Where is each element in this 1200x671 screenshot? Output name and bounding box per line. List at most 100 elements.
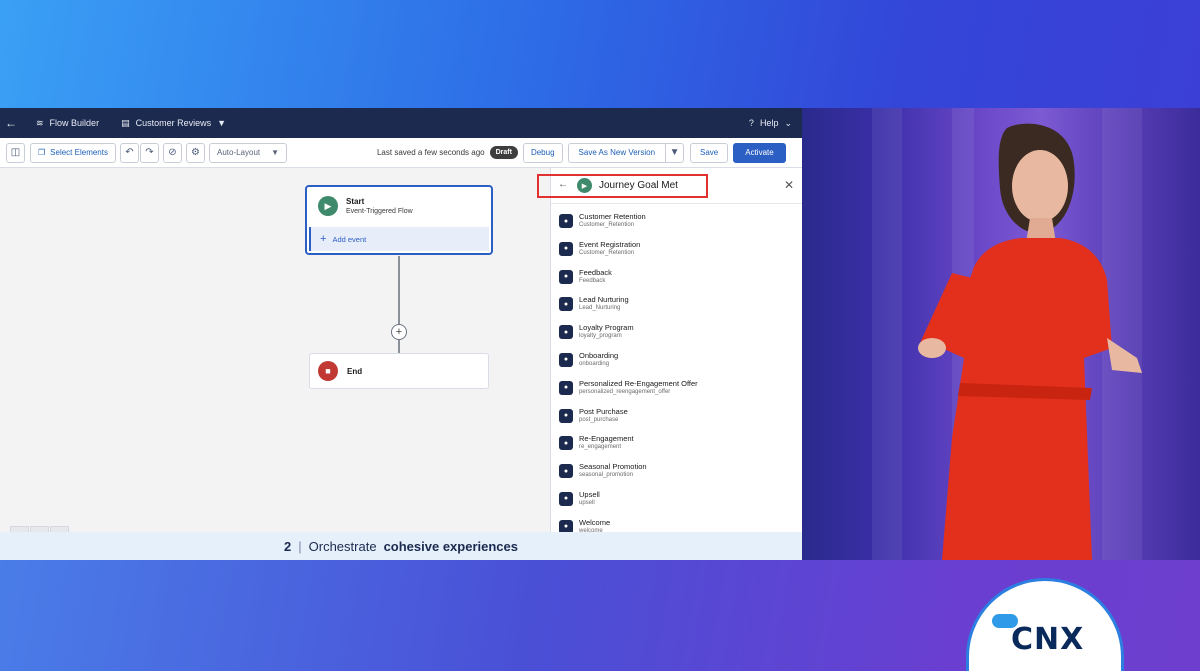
location-pin-icon: ● xyxy=(559,325,573,340)
end-title: End xyxy=(347,366,363,376)
event-list-item[interactable]: ● Seasonal Promotion seasonal_promotion xyxy=(551,458,802,486)
select-elements-label: Select Elements xyxy=(50,148,108,157)
layout-select[interactable]: Auto-Layout ▼ xyxy=(208,142,287,163)
caret-down-icon: ▼ xyxy=(669,147,680,158)
stage-backdrop-top xyxy=(0,0,1200,108)
event-api-name: Lead_Nurturing xyxy=(579,305,621,312)
location-pin-icon: ● xyxy=(559,214,573,228)
close-icon[interactable]: ✕ xyxy=(784,178,794,192)
location-pin-icon: ● xyxy=(559,491,573,506)
event-label: Re-Engagement xyxy=(579,434,634,444)
connector-line xyxy=(398,340,400,353)
event-list-item[interactable]: ● Event Registration Customer_Retention xyxy=(551,236,802,264)
select-elements-button[interactable]: ❐ Select Elements xyxy=(30,142,116,163)
event-label: Post Purchase xyxy=(579,406,628,416)
event-list-item[interactable]: ● Onboarding onboarding xyxy=(551,347,802,375)
panel-title: Journey Goal Met xyxy=(599,180,678,191)
event-label: Customer Retention xyxy=(579,212,646,221)
location-pin-icon: ● xyxy=(559,241,573,256)
event-label: Feedback xyxy=(579,267,612,277)
help-menu[interactable]: ? Help ⌄ xyxy=(749,118,792,129)
document-menu[interactable]: ▤ Customer Reviews ▼ xyxy=(121,118,226,129)
presentation-screen: ← ≋ Flow Builder ▤ Customer Reviews ▼ ? … xyxy=(0,108,802,560)
save-options-button[interactable]: ▼ xyxy=(665,142,685,163)
play-icon: ▶ xyxy=(577,178,592,193)
event-label: Lead Nurturing xyxy=(579,295,629,305)
save-status: Last saved a few seconds ago xyxy=(376,148,485,157)
event-api-name: seasonal_promotion xyxy=(579,472,634,479)
toggle-panel-button[interactable]: ◫ xyxy=(6,142,25,163)
event-api-name: Feedback xyxy=(579,277,606,284)
panel-icon: ◫ xyxy=(10,147,21,158)
help-label: Help xyxy=(759,118,779,128)
event-label: Welcome xyxy=(579,517,611,527)
caption-lead: Orchestrate xyxy=(308,538,377,554)
question-icon: ? xyxy=(748,118,754,128)
event-list-item[interactable]: ● Post Purchase post_purchase xyxy=(551,403,802,431)
event-list-item[interactable]: ● Loyalty Program loyalty_program xyxy=(551,319,802,347)
undo-icon: ↶ xyxy=(125,147,134,158)
debug-button[interactable]: Debug xyxy=(522,142,563,163)
add-event-label: Add event xyxy=(332,234,367,244)
event-api-name: re_engagement xyxy=(579,444,622,451)
caption-number: 2 xyxy=(284,538,292,554)
gear-icon: ⚙ xyxy=(191,147,200,158)
document-name: Customer Reviews xyxy=(135,118,212,128)
document-icon: ▤ xyxy=(121,117,130,128)
event-label: Onboarding xyxy=(579,350,619,360)
settings-button[interactable]: ⚙ xyxy=(185,142,205,163)
connector-line xyxy=(398,256,400,324)
event-list-item[interactable]: ● Re-Engagement re_engagement xyxy=(551,430,802,458)
start-element[interactable]: ▶ Start Event-Triggered Flow + Add event xyxy=(305,185,493,255)
select-icon: ❐ xyxy=(38,148,46,157)
event-label: Upsell xyxy=(579,489,600,499)
toolbar: ◫ ❐ Select Elements ↶ ↷ ⊘ ⚙ Auto-Layout … xyxy=(0,138,802,168)
disable-button[interactable]: ⊘ xyxy=(162,142,182,163)
event-label: Personalized Re-Engagement Offer xyxy=(579,378,698,388)
event-list-item[interactable]: ● Upsell upsell xyxy=(551,486,802,514)
flow-canvas[interactable]: ▶ Start Event-Triggered Flow + Add event… xyxy=(0,168,550,540)
add-event-button[interactable]: + Add event xyxy=(309,227,489,251)
event-api-name: onboarding xyxy=(579,360,610,367)
location-pin-icon: ● xyxy=(559,297,573,312)
location-pin-icon: ● xyxy=(559,380,573,395)
app-brand: ≋ Flow Builder xyxy=(36,118,99,129)
save-button[interactable]: Save xyxy=(690,142,729,163)
event-list-item[interactable]: ● Personalized Re-Engagement Offer persona… xyxy=(551,375,802,403)
app-header: ← ≋ Flow Builder ▤ Customer Reviews ▼ ? … xyxy=(0,108,802,138)
layout-value: Auto-Layout xyxy=(216,148,261,157)
flow-icon: ≋ xyxy=(36,117,44,128)
event-api-name: Customer_Retention xyxy=(579,249,635,256)
event-logo: CNX xyxy=(1011,622,1085,657)
panel-header: ← ▶ Journey Goal Met ✕ xyxy=(537,168,802,204)
caption-separator: | xyxy=(298,538,302,554)
chevron-down-icon: ⌄ xyxy=(784,117,792,128)
event-list-item[interactable]: ● Feedback Feedback xyxy=(551,264,802,292)
caret-down-icon: ▼ xyxy=(217,118,227,128)
stop-icon: ■ xyxy=(318,361,338,381)
event-api-name: post_purchase xyxy=(579,416,619,423)
event-picker-panel: ← ▶ Journey Goal Met ✕ ● Customer Retenti… xyxy=(537,168,802,540)
save-as-new-version-button[interactable]: Save As New Version xyxy=(567,142,666,163)
event-list-item[interactable]: ● Lead Nurturing Lead_Nurturing xyxy=(551,291,802,319)
caption-emphasis: cohesive experiences xyxy=(383,538,518,554)
redo-button[interactable]: ↷ xyxy=(139,142,159,163)
event-label: Seasonal Promotion xyxy=(579,462,647,472)
end-element[interactable]: ■ End xyxy=(309,353,489,389)
play-icon: ▶ xyxy=(318,196,338,216)
start-title: Start xyxy=(346,197,365,206)
event-api-name: upsell xyxy=(579,499,595,506)
app-name: Flow Builder xyxy=(49,118,100,128)
caret-down-icon: ▼ xyxy=(271,148,279,157)
slide-caption: 2 | Orchestrate cohesive experiences xyxy=(0,532,802,560)
location-pin-icon: ● xyxy=(559,269,573,284)
event-list-item[interactable]: ● Customer Retention Customer_Retention xyxy=(551,208,802,236)
add-element-button[interactable]: + xyxy=(391,324,407,340)
back-arrow-icon[interactable]: ← xyxy=(558,179,568,190)
event-label: Loyalty Program xyxy=(579,323,634,333)
undo-button[interactable]: ↶ xyxy=(119,142,139,163)
draft-badge: Draft xyxy=(489,146,518,159)
event-api-name: loyalty_program xyxy=(579,333,622,340)
back-arrow-icon[interactable]: ← xyxy=(0,116,22,130)
activate-button[interactable]: Activate xyxy=(733,142,786,163)
